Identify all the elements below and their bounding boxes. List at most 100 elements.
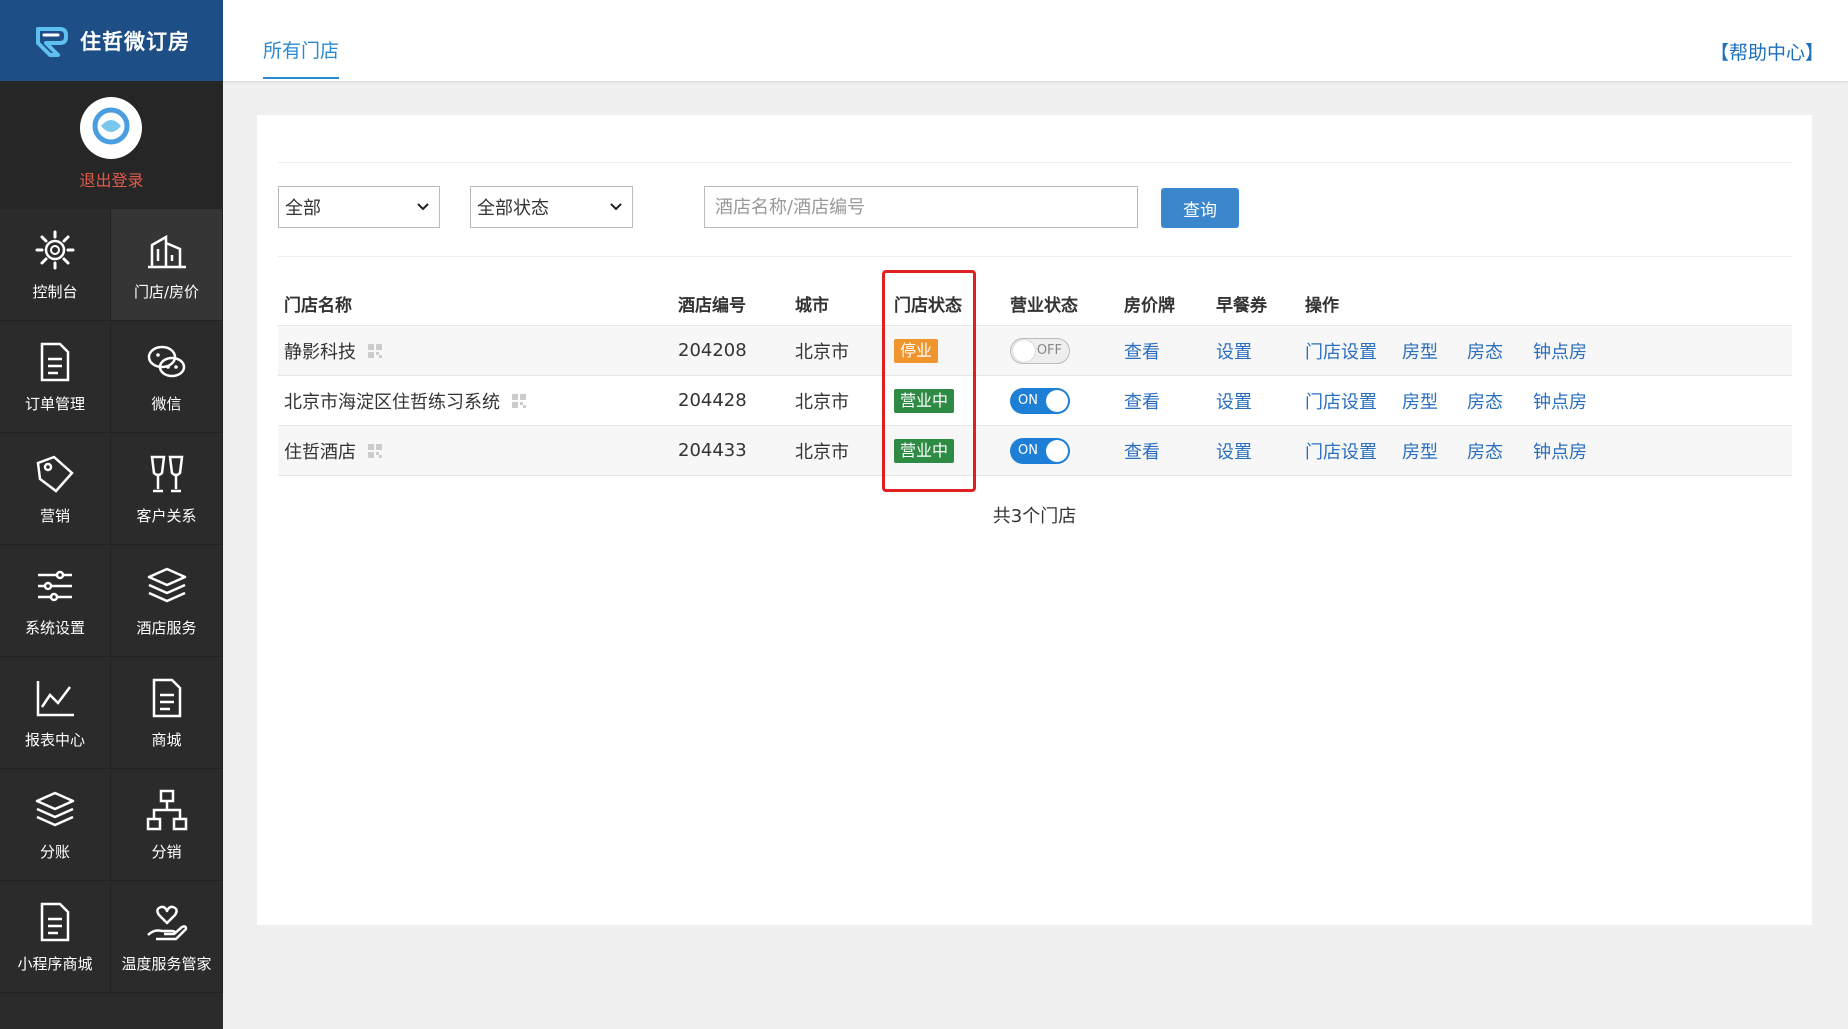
sidebar: 住哲微订房 退出登录 控制台 门店/房价 订单管理 微信 营销 客户关系 系统设… — [0, 0, 223, 1029]
nav-label: 控制台 — [32, 283, 78, 301]
org-chart-icon — [146, 789, 187, 831]
store-name: 住哲酒店 — [284, 441, 356, 463]
room-type-link[interactable]: 房型 — [1402, 438, 1438, 464]
business-toggle[interactable]: ON — [1010, 437, 1070, 464]
qr-code-icon[interactable] — [512, 393, 526, 408]
nav-label: 客户关系 — [136, 507, 197, 525]
help-center-link[interactable]: 【帮助中心】 — [1710, 38, 1824, 65]
room-status-link[interactable]: 房态 — [1467, 338, 1503, 364]
toggle-knob — [1046, 439, 1068, 462]
document-icon — [152, 678, 181, 718]
hotel-code: 204208 — [678, 340, 747, 361]
toggle-label: ON — [1018, 393, 1038, 408]
query-button[interactable]: 查询 — [1161, 188, 1239, 228]
room-type-link[interactable]: 房型 — [1402, 338, 1438, 364]
nav-item-console[interactable]: 控制台 — [0, 209, 111, 321]
gear-icon — [35, 230, 75, 270]
top-header: 所有门店 【帮助中心】 — [223, 0, 1848, 82]
nav-label: 酒店服务 — [136, 619, 197, 637]
store-settings-link[interactable]: 门店设置 — [1305, 338, 1377, 364]
nav-label: 温度服务管家 — [121, 955, 212, 973]
store-settings-link[interactable]: 门店设置 — [1305, 438, 1377, 464]
business-toggle[interactable]: ON — [1010, 387, 1070, 414]
col-header-city: 城市 — [795, 295, 829, 316]
price-board-view-link[interactable]: 查看 — [1124, 438, 1160, 464]
nav-item-reports[interactable]: 报表中心 — [0, 657, 111, 769]
breakfast-setting-link[interactable]: 设置 — [1216, 338, 1252, 364]
status-select[interactable]: 全部状态 — [470, 186, 633, 228]
main-panel: 全部 全部状态 查询 门店名称 酒店编号 城市 门店状态 营业状态 房价牌 早餐… — [257, 115, 1812, 925]
toggle-label: ON — [1018, 443, 1038, 458]
nav-item-split[interactable]: 分账 — [0, 769, 111, 881]
qr-code-icon[interactable] — [368, 443, 382, 458]
toggle-knob — [1013, 339, 1035, 362]
store-name-cell: 静影科技 — [284, 326, 382, 375]
nav-item-marketing[interactable]: 营销 — [0, 433, 111, 545]
breakfast-setting-link[interactable]: 设置 — [1216, 388, 1252, 414]
nav-item-wechat[interactable]: 微信 — [111, 321, 223, 433]
col-header-name: 门店名称 — [284, 295, 352, 316]
wechat-icon — [147, 345, 185, 378]
business-state-cell: OFF — [1010, 326, 1070, 375]
city: 北京市 — [795, 391, 849, 413]
table-row: 北京市海淀区住哲练习系统 204428 北京市 营业中 ON 查看 设置 门店设… — [278, 376, 1792, 426]
col-header-breakfast: 早餐券 — [1216, 295, 1267, 316]
brand-logo-icon — [36, 26, 68, 57]
nav-label: 营销 — [39, 507, 70, 525]
nav-label: 分销 — [151, 843, 182, 861]
room-status-link[interactable]: 房态 — [1467, 438, 1503, 464]
nav-item-mall[interactable]: 商城 — [111, 657, 223, 769]
nav-item-hotel-service[interactable]: 酒店服务 — [111, 545, 223, 657]
document-icon — [40, 342, 70, 382]
store-settings-link[interactable]: 门店设置 — [1305, 388, 1377, 414]
hourly-room-link[interactable]: 钟点房 — [1533, 438, 1587, 464]
nav-label: 商城 — [151, 731, 182, 749]
logout-link[interactable]: 退出登录 — [0, 167, 223, 191]
room-status-link[interactable]: 房态 — [1467, 388, 1503, 414]
hotel-code: 204433 — [678, 440, 747, 461]
store-name: 北京市海淀区住哲练习系统 — [284, 391, 500, 413]
document-icon — [40, 902, 70, 942]
col-header-operations: 操作 — [1305, 295, 1339, 316]
status-select-value: 全部状态 — [477, 198, 549, 219]
table-row: 住哲酒店 204433 北京市 营业中 ON 查看 设置 门店设置 房型 房态 … — [278, 426, 1792, 476]
avatar[interactable] — [80, 97, 142, 159]
total-count: 共3个门店 — [992, 506, 1077, 527]
price-board-view-link[interactable]: 查看 — [1124, 338, 1160, 364]
table-row: 静影科技 204208 北京市 停业 OFF 查看 设置 门店设置 房型 房态 … — [278, 326, 1792, 376]
nav-item-care-butler[interactable]: 温度服务管家 — [111, 881, 223, 993]
type-select-value: 全部 — [285, 198, 321, 219]
col-header-price-board: 房价牌 — [1124, 295, 1175, 316]
nav-item-orders[interactable]: 订单管理 — [0, 321, 111, 433]
room-type-link[interactable]: 房型 — [1402, 388, 1438, 414]
tag-icon — [36, 455, 74, 493]
operations-cell: 门店设置 房型 房态 钟点房 — [1305, 426, 1705, 475]
qr-code-icon[interactable] — [368, 343, 382, 358]
nav-item-crm[interactable]: 客户关系 — [111, 433, 223, 545]
divider — [278, 162, 1792, 163]
price-board-view-link[interactable]: 查看 — [1124, 388, 1160, 414]
nav-item-distribution[interactable]: 分销 — [111, 769, 223, 881]
search-input[interactable] — [704, 186, 1138, 228]
nav-label: 系统设置 — [24, 619, 85, 637]
hourly-room-link[interactable]: 钟点房 — [1533, 338, 1587, 364]
operations-cell: 门店设置 房型 房态 钟点房 — [1305, 376, 1705, 425]
nav-label: 门店/房价 — [133, 283, 200, 301]
layers-icon — [147, 567, 186, 603]
heart-hand-icon — [146, 905, 187, 941]
business-toggle[interactable]: OFF — [1010, 337, 1070, 364]
type-select[interactable]: 全部 — [278, 186, 440, 228]
tab-all-stores[interactable]: 所有门店 — [263, 36, 340, 79]
layers-icon — [35, 791, 75, 827]
user-panel: 退出登录 — [0, 81, 223, 209]
hourly-room-link[interactable]: 钟点房 — [1533, 388, 1587, 414]
business-state-cell: ON — [1010, 426, 1070, 475]
chevron-down-icon — [610, 203, 622, 211]
nav-item-miniapp-mall[interactable]: 小程序商城 — [0, 881, 111, 993]
breakfast-setting-link[interactable]: 设置 — [1216, 438, 1252, 464]
divider — [278, 256, 1792, 257]
nav-item-settings[interactable]: 系统设置 — [0, 545, 111, 657]
brand-avatar-icon — [92, 107, 130, 145]
logo-text: 住哲微订房 — [80, 29, 190, 54]
nav-item-stores[interactable]: 门店/房价 — [111, 209, 223, 321]
